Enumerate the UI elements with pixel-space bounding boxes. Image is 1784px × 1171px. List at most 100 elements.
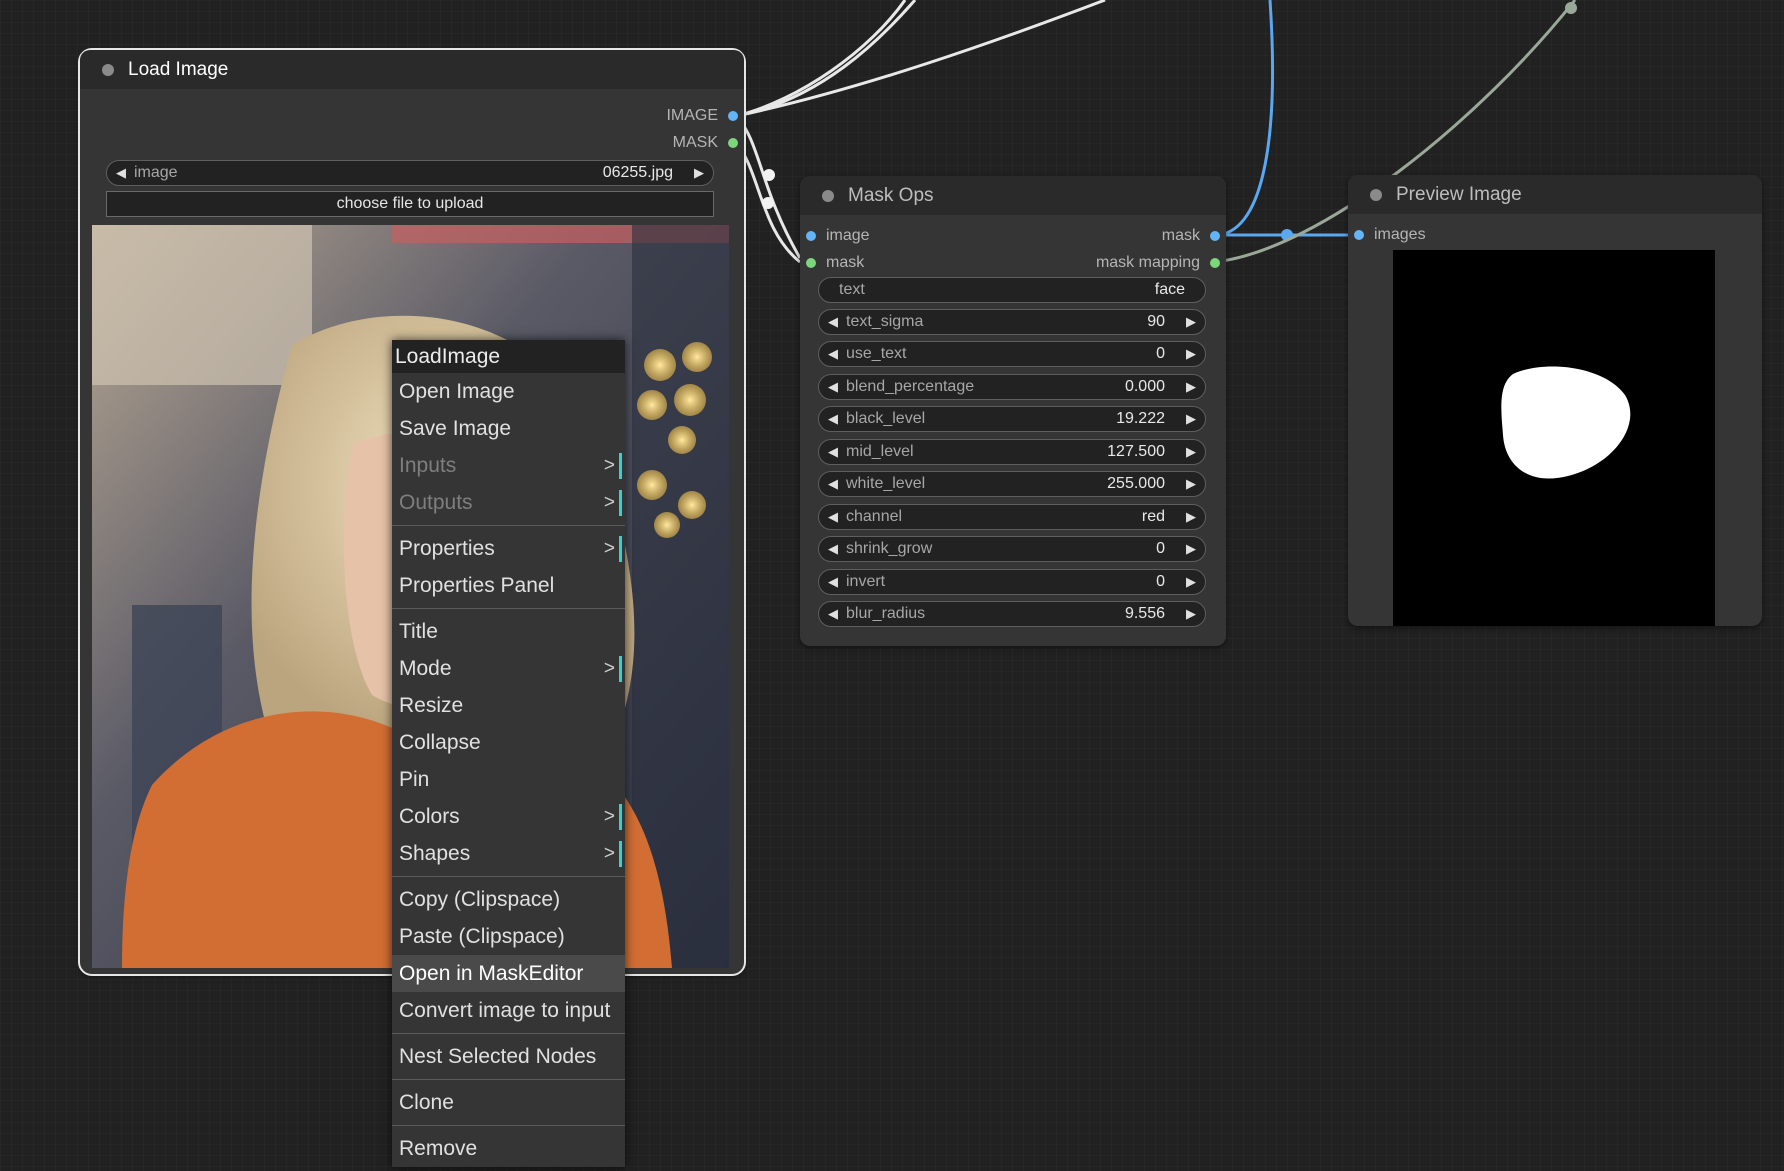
node-status-dot — [822, 190, 834, 202]
slot-connector-icon[interactable] — [1210, 258, 1220, 268]
menu-item-copy-clipspace[interactable]: Copy (Clipspace) — [392, 881, 625, 918]
node-status-dot — [102, 64, 114, 76]
decrement-arrow-icon[interactable]: ◀ — [828, 375, 838, 399]
slot-connector-icon[interactable] — [1354, 230, 1364, 240]
decrement-arrow-icon[interactable]: ◀ — [828, 537, 838, 561]
slot-connector-icon[interactable] — [1210, 231, 1220, 241]
menu-item-resize[interactable]: Resize — [392, 687, 625, 724]
node-context-menu[interactable]: LoadImage Open Image Save Image Inputs >… — [392, 340, 625, 1167]
input-label: mask — [826, 254, 865, 271]
menu-item-open-in-maskeditor[interactable]: Open in MaskEditor — [392, 955, 625, 992]
widget-label: use_text — [846, 345, 907, 362]
menu-separator — [392, 608, 625, 609]
menu-item-outputs: Outputs > — [392, 484, 625, 521]
input-slot-images[interactable]: images — [1348, 225, 1426, 245]
choose-file-button[interactable]: choose file to upload — [106, 191, 714, 217]
menu-item-colors[interactable]: Colors > — [392, 798, 625, 835]
node-title-label: Mask Ops — [848, 185, 934, 206]
menu-item-inputs: Inputs > — [392, 447, 625, 484]
increment-arrow-icon[interactable]: ▶ — [694, 161, 704, 185]
node-title[interactable]: Mask Ops — [800, 176, 1226, 215]
menu-item-paste-clipspace[interactable]: Paste (Clipspace) — [392, 918, 625, 955]
number-widget[interactable]: ◀ blend_percentage 0.000 ▶ — [818, 374, 1206, 400]
widget-label: text — [839, 281, 865, 298]
decrement-arrow-icon[interactable]: ◀ — [828, 602, 838, 626]
menu-item-open-image[interactable]: Open Image — [392, 373, 625, 410]
number-widget[interactable]: ◀ use_text 0 ▶ — [818, 341, 1206, 367]
menu-item-convert-image-to-input[interactable]: Convert image to input — [392, 992, 625, 1029]
menu-item-nest-selected-nodes[interactable]: Nest Selected Nodes — [392, 1038, 625, 1075]
widget-value: red — [1141, 508, 1165, 525]
decrement-arrow-icon[interactable]: ◀ — [828, 310, 838, 334]
input-slot-image[interactable]: image — [800, 226, 870, 246]
output-slot-mask[interactable]: MASK — [673, 133, 744, 153]
menu-item-clone[interactable]: Clone — [392, 1084, 625, 1121]
decrement-arrow-icon[interactable]: ◀ — [116, 161, 126, 185]
menu-item-collapse[interactable]: Collapse — [392, 724, 625, 761]
slot-connector-icon[interactable] — [728, 111, 738, 121]
number-widget[interactable]: ◀ white_level 255.000 ▶ — [818, 471, 1206, 497]
increment-arrow-icon[interactable]: ▶ — [1186, 472, 1196, 496]
output-slot-mask-mapping[interactable]: mask mapping — [1096, 253, 1226, 273]
increment-arrow-icon[interactable]: ▶ — [1186, 505, 1196, 529]
increment-arrow-icon[interactable]: ▶ — [1186, 342, 1196, 366]
slot-connector-icon[interactable] — [806, 231, 816, 241]
menu-item-title[interactable]: Title — [392, 613, 625, 650]
number-widget[interactable]: ◀ text_sigma 90 ▶ — [818, 309, 1206, 335]
slot-connector-icon[interactable] — [728, 138, 738, 148]
menu-separator — [392, 876, 625, 877]
image-combo-widget[interactable]: ◀ image 06255.jpg ▶ — [106, 160, 714, 186]
menu-item-properties[interactable]: Properties > — [392, 530, 625, 567]
output-label: MASK — [672, 134, 718, 151]
menu-item-properties-panel[interactable]: Properties Panel — [392, 567, 625, 604]
output-slot-image[interactable]: IMAGE — [666, 106, 744, 126]
increment-arrow-icon[interactable]: ▶ — [1186, 375, 1196, 399]
slot-connector-icon[interactable] — [806, 258, 816, 268]
node-title-label: Preview Image — [1396, 184, 1522, 205]
node-title[interactable]: Preview Image — [1348, 175, 1762, 214]
mask-ops-node[interactable]: Mask Ops image mask mask mask mapping te… — [800, 176, 1226, 646]
increment-arrow-icon[interactable]: ▶ — [1186, 407, 1196, 431]
increment-arrow-icon[interactable]: ▶ — [1186, 537, 1196, 561]
node-title[interactable]: Load Image — [80, 50, 744, 89]
decrement-arrow-icon[interactable]: ◀ — [828, 505, 838, 529]
output-slot-mask[interactable]: mask — [1162, 226, 1226, 246]
menu-item-remove[interactable]: Remove — [392, 1130, 625, 1167]
decrement-arrow-icon[interactable]: ◀ — [828, 407, 838, 431]
increment-arrow-icon[interactable]: ▶ — [1186, 440, 1196, 464]
menu-item-save-image[interactable]: Save Image — [392, 410, 625, 447]
number-widget[interactable]: ◀ black_level 19.222 ▶ — [818, 406, 1206, 432]
increment-arrow-icon[interactable]: ▶ — [1186, 570, 1196, 594]
decrement-arrow-icon[interactable]: ◀ — [828, 440, 838, 464]
submenu-indicator — [619, 453, 622, 479]
link-reroute-dot — [762, 197, 774, 209]
number-widget[interactable]: ◀ mid_level 127.500 ▶ — [818, 439, 1206, 465]
decrement-arrow-icon[interactable]: ◀ — [828, 570, 838, 594]
widget-value: 255.000 — [1107, 475, 1165, 492]
widget-value: 19.222 — [1116, 410, 1165, 427]
input-label: images — [1374, 226, 1426, 243]
menu-separator — [392, 525, 625, 526]
submenu-chevron-icon: > — [603, 455, 615, 476]
menu-item-mode[interactable]: Mode > — [392, 650, 625, 687]
menu-separator — [392, 1125, 625, 1126]
link-reroute-dot — [763, 169, 775, 181]
number-widget[interactable]: ◀ blur_radius 9.556 ▶ — [818, 601, 1206, 627]
submenu-chevron-icon: > — [603, 538, 615, 559]
menu-separator — [392, 1033, 625, 1034]
preview-image-node[interactable]: Preview Image images — [1348, 175, 1762, 626]
increment-arrow-icon[interactable]: ▶ — [1186, 602, 1196, 626]
widget-value: 9.556 — [1124, 605, 1165, 622]
number-widget[interactable]: ◀ invert 0 ▶ — [818, 569, 1206, 595]
increment-arrow-icon[interactable]: ▶ — [1186, 310, 1196, 334]
node-status-dot — [1370, 189, 1382, 201]
link-image-out-2 — [735, 0, 907, 118]
menu-item-pin[interactable]: Pin — [392, 761, 625, 798]
number-widget[interactable]: ◀ shrink_grow 0 ▶ — [818, 536, 1206, 562]
combo-widget[interactable]: ◀ channel red ▶ — [818, 504, 1206, 530]
menu-item-shapes[interactable]: Shapes > — [392, 835, 625, 872]
text-input-widget[interactable]: text face — [818, 277, 1206, 303]
input-slot-mask[interactable]: mask — [800, 253, 864, 273]
decrement-arrow-icon[interactable]: ◀ — [828, 342, 838, 366]
decrement-arrow-icon[interactable]: ◀ — [828, 472, 838, 496]
